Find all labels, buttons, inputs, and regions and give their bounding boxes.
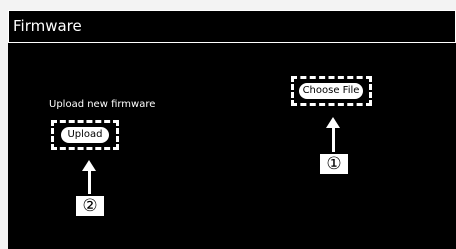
firmware-panel: Firmware Upload new firmware Choose File… (8, 10, 456, 249)
choose-file-button[interactable]: Choose File (299, 83, 363, 99)
arrow-up-icon (326, 117, 340, 152)
upload-new-firmware-label: Upload new firmware (49, 99, 156, 110)
page-title: Firmware (8, 10, 456, 43)
callout-number-2: ② (74, 194, 106, 218)
callout-number-1: ① (318, 152, 350, 176)
arrow-up-icon (82, 160, 96, 194)
upload-button[interactable]: Upload (61, 127, 109, 143)
